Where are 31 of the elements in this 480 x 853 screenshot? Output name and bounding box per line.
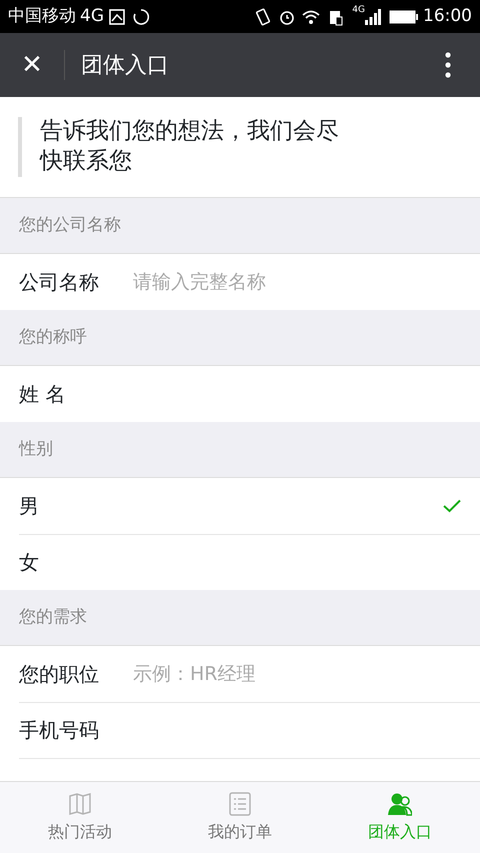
section-header: 您的称呼 — [0, 310, 480, 366]
people-icon — [388, 792, 412, 816]
option-label: 男 — [19, 492, 40, 520]
signal-network-type: 4G — [352, 4, 365, 17]
vibrate-icon — [254, 8, 272, 26]
network-type: 4G — [80, 4, 104, 28]
image-icon — [108, 8, 126, 26]
wifi-icon — [302, 8, 320, 26]
tab-item[interactable]: 我的订单 — [160, 782, 320, 853]
field-label: 公司名称 — [19, 268, 100, 296]
field-label: 手机号码 — [19, 716, 100, 744]
list-icon — [228, 792, 252, 816]
close-button[interactable]: ✕ — [0, 33, 64, 97]
battery-icon — [389, 8, 419, 24]
section-header: 您的公司名称 — [0, 198, 480, 254]
tab-item[interactable]: 热门活动 — [0, 782, 160, 853]
tab-item[interactable]: 团体入口 — [320, 782, 480, 853]
section-header: 您的需求 — [0, 590, 480, 646]
carrier-name: 中国移动 — [8, 4, 76, 28]
page-title: 团体入口 — [81, 52, 169, 80]
map-icon — [68, 792, 92, 816]
signal-icon — [365, 8, 381, 24]
field-label: 您的职位 — [19, 660, 100, 688]
field-label: 姓 名 — [19, 380, 66, 408]
intro-text: 告诉我们您的想法，我们会尽快联系您 — [18, 117, 360, 177]
more-icon — [445, 52, 451, 78]
clock-time: 16:00 — [423, 4, 472, 28]
section-header: 性别 — [0, 422, 480, 478]
option-label: 女 — [19, 548, 40, 576]
sync-icon — [132, 8, 150, 26]
check-icon — [443, 498, 461, 513]
